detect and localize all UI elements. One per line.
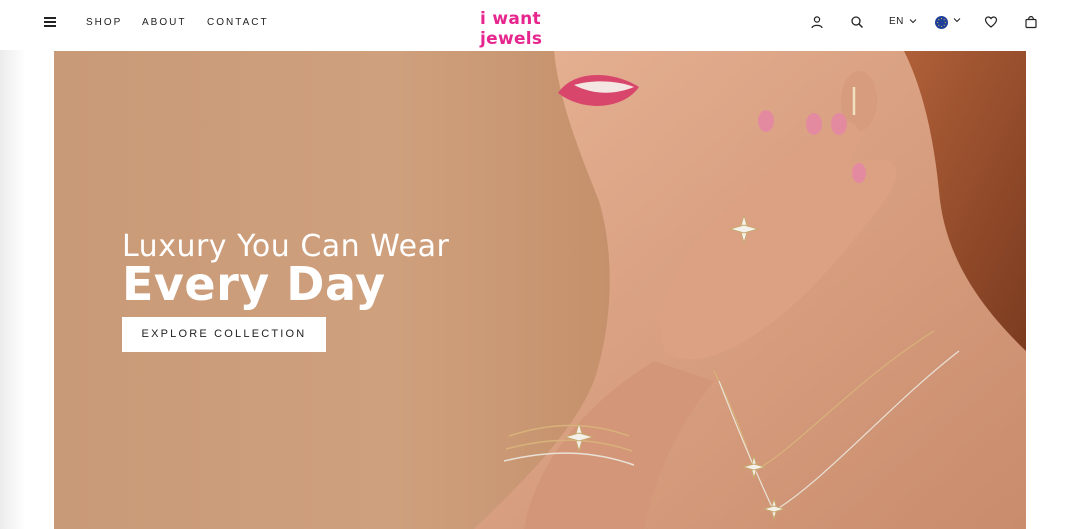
language-label: EN: [889, 16, 904, 27]
brand-logo[interactable]: i want jewels: [480, 9, 600, 49]
eu-flag-icon[interactable]: [935, 16, 948, 29]
nav-shop[interactable]: SHOP: [86, 17, 122, 28]
chevron-down-icon: [909, 19, 917, 24]
chevron-down-icon[interactable]: [953, 17, 961, 23]
nav-about[interactable]: ABOUT: [142, 17, 186, 28]
menu-icon[interactable]: [44, 17, 56, 27]
heart-icon[interactable]: [984, 15, 998, 29]
explore-collection-button[interactable]: EXPLORE COLLECTION: [122, 317, 326, 352]
bag-icon[interactable]: [1024, 15, 1038, 29]
search-icon[interactable]: [850, 15, 864, 29]
language-select[interactable]: EN: [889, 16, 917, 27]
hero-banner: Luxury You Can Wear Every Day EXPLORE CO…: [54, 51, 1026, 529]
hero-title: Every Day: [122, 257, 386, 311]
user-icon[interactable]: [810, 15, 824, 29]
site-header: SHOP ABOUT CONTACT i want jewels EN: [0, 0, 1080, 50]
left-shade: [0, 0, 26, 529]
nav-contact[interactable]: CONTACT: [207, 17, 269, 28]
